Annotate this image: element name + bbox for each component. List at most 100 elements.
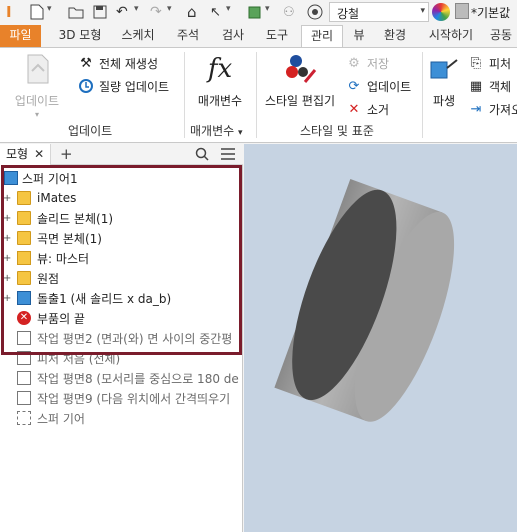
mass-update-button[interactable]: 질량 업데이트 [78, 77, 169, 95]
browser-tab-model[interactable]: 모형 ✕ [0, 144, 52, 165]
derive-button[interactable]: 파생 [426, 52, 462, 109]
purge-button[interactable]: ✕ 소거 [346, 100, 390, 118]
project-icon[interactable] [248, 4, 262, 20]
undo-icon[interactable]: ↶ [116, 4, 128, 20]
update-button[interactable]: 업데이트 ▾ [8, 52, 66, 119]
home-icon[interactable]: ⌂ [187, 3, 197, 21]
graphics-viewport[interactable] [244, 144, 517, 532]
object-button[interactable]: ▦ 객체 [468, 77, 511, 95]
tab-sketch[interactable]: 스케치 [114, 25, 162, 47]
work-plane-icon [17, 331, 31, 345]
style-editor-icon [260, 52, 340, 86]
parameters-label: 매개변수 [197, 94, 243, 108]
parameters-group-text: 매개변수 [190, 124, 235, 138]
parameters-button[interactable]: fx 매개변수 [190, 52, 250, 109]
expand-icon[interactable]: + [3, 193, 11, 204]
rebuild-all-button[interactable]: ⚒ 전체 재생성 [78, 54, 158, 72]
appearance-ball-icon[interactable] [307, 4, 323, 20]
search-icon[interactable] [195, 147, 209, 164]
tree-item-label: 작업 평면2 (면과(와) 면 사이의 중간평 [37, 331, 233, 346]
import-button[interactable]: ⇥ 가져오 [468, 100, 517, 118]
style-editor-button[interactable]: 스타일 편집기 [260, 52, 340, 109]
expand-icon[interactable]: + [3, 213, 11, 224]
redo-dropdown-icon[interactable]: ▾ [167, 4, 172, 14]
styles-group-label: 스타일 및 표준 [300, 124, 374, 138]
select-dropdown-icon[interactable]: ▾ [226, 4, 231, 14]
tree-item[interactable]: 스퍼 기어 [0, 408, 243, 428]
add-browser-tab-icon[interactable]: + [60, 145, 73, 163]
tree-item[interactable]: + 원점 [0, 268, 243, 288]
new-dropdown-icon[interactable]: ▾ [47, 4, 52, 14]
tab-collaborate[interactable]: 공동 [485, 25, 517, 47]
tree-item-label: 피처 처음 (전체) [37, 351, 121, 366]
purge-label: 소거 [367, 102, 390, 117]
expand-icon[interactable]: + [3, 293, 11, 304]
tab-get-started[interactable]: 시작하기 [422, 25, 480, 47]
update-dropdown-icon: ▾ [34, 110, 39, 119]
save-icon[interactable] [93, 4, 107, 20]
tab-view[interactable]: 뷰 [346, 25, 372, 47]
tree-root[interactable]: 스퍼 기어1 [0, 168, 243, 188]
tree-item[interactable]: + iMates [0, 188, 243, 208]
tree-item[interactable]: 피처 처음 (전체) [0, 348, 243, 368]
close-icon[interactable]: ✕ [34, 147, 44, 161]
tree-item[interactable]: 작업 평면8 (모서리를 중심으로 180 de [0, 368, 243, 388]
open-folder-icon[interactable] [68, 4, 84, 20]
tree-item-label: 작업 평면8 (모서리를 중심으로 180 de [37, 371, 239, 386]
parameters-group-label[interactable]: 매개변수 ▾ [190, 122, 243, 139]
update-styles-label: 업데이트 [367, 79, 412, 94]
tree-item[interactable]: + 뷰: 마스터 [0, 248, 243, 268]
folder-icon [17, 211, 31, 225]
derive-label: 파생 [432, 94, 456, 108]
project-dropdown-icon[interactable]: ▾ [265, 4, 270, 14]
work-plane-icon [17, 351, 31, 365]
select-icon[interactable]: ↖ [210, 4, 221, 20]
expand-icon[interactable]: + [3, 253, 11, 264]
color-wheel-icon[interactable] [432, 3, 450, 21]
tree-item-label: 돌출1 (새 솔리드 x da_b) [37, 291, 172, 306]
tab-3d-model[interactable]: 3D 모형 [52, 25, 108, 47]
tab-tools[interactable]: 도구 [259, 25, 295, 47]
expand-icon[interactable]: + [3, 273, 11, 284]
view-rep-icon [17, 251, 31, 265]
model-browser: 모형 ✕ + 스퍼 기어1 + iMates + 솔리드 본체(1) + 곡면 본… [0, 144, 243, 532]
component-generator-icon [17, 411, 31, 425]
tree-item-label: 스퍼 기어 [37, 411, 85, 426]
hamburger-menu-icon[interactable] [221, 148, 235, 163]
feature-button[interactable]: ⎘ 피처 [468, 54, 511, 72]
tree-item[interactable]: ✕ 부품의 끝 [0, 308, 243, 328]
import-icon: ⇥ [470, 101, 482, 117]
end-of-part-icon: ✕ [17, 311, 31, 325]
ribbon-tabs: 파일 3D 모형 스케치 주석 검사 도구 관리 뷰 환경 시작하기 공동 [0, 25, 517, 47]
folder-icon [17, 191, 31, 205]
redo-icon[interactable]: ↷ [150, 4, 162, 20]
undo-dropdown-icon[interactable]: ▾ [134, 4, 139, 14]
tree-item[interactable]: + 돌출1 (새 솔리드 x da_b) [0, 288, 243, 308]
mass-update-label: 질량 업데이트 [99, 79, 170, 94]
tab-environments[interactable]: 환경 [377, 25, 413, 47]
inventor-logo-icon[interactable]: I [6, 3, 12, 21]
ipart-icon[interactable]: ⚇ [283, 4, 295, 20]
appearance-swatch-icon[interactable] [455, 3, 469, 19]
tab-manage[interactable]: 관리 [301, 25, 343, 47]
style-editor-label: 스타일 편집기 [264, 94, 336, 108]
update-styles-button[interactable]: ⟳ 업데이트 [346, 77, 412, 95]
new-file-icon[interactable] [30, 4, 44, 20]
tab-annotate[interactable]: 주석 [170, 25, 206, 47]
tree-item[interactable]: + 솔리드 본체(1) [0, 208, 243, 228]
save-styles-button[interactable]: ⚙ 저장 [346, 54, 389, 72]
appearance-value[interactable]: *기본값 [471, 4, 510, 21]
ribbon-panel: 업데이트 ▾ ⚒ 전체 재생성 질량 업데이트 업데이트 fx 매개변수 매개변… [0, 47, 517, 143]
tree-item[interactable]: 작업 평면2 (면과(와) 면 사이의 중간평 [0, 328, 243, 348]
tree-item[interactable]: + 곡면 본체(1) [0, 228, 243, 248]
tab-inspect[interactable]: 검사 [215, 25, 251, 47]
expand-icon[interactable]: + [3, 233, 11, 244]
group-divider [256, 52, 257, 138]
material-select[interactable]: 강철 ▾ [329, 2, 429, 22]
quick-access-toolbar: I ▾ ↶ ▾ ↷ ▾ ⌂ ↖ ▾ ▾ ⚇ 강철 ▾ *기본값 [0, 0, 517, 25]
update-icon [8, 52, 66, 86]
fx-icon: fx [207, 54, 233, 84]
object-icon: ▦ [469, 78, 483, 94]
tree-item[interactable]: 작업 평면9 (다음 위치에서 간격띄우기 [0, 388, 243, 408]
tab-file[interactable]: 파일 [0, 25, 41, 47]
